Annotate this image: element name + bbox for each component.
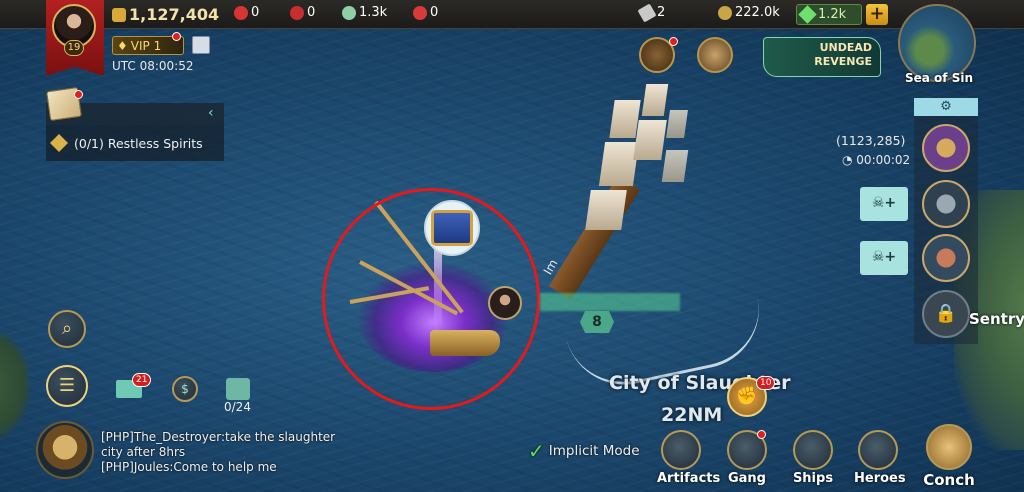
resource-d-value: 0 (430, 5, 439, 20)
gold-resource[interactable]: 1,127,404 (112, 5, 219, 24)
gem-value: 1.2k (818, 7, 847, 22)
sentry-label[interactable]: Sentry (969, 310, 1024, 328)
document-icon[interactable] (192, 36, 210, 54)
gold-total: 1,127,404 (129, 5, 220, 24)
quest-notification-dot (74, 90, 83, 99)
vip-diamond-icon: ♦ (117, 38, 128, 53)
mail-badge: 21 (132, 373, 152, 387)
city-distance: 22NM (661, 404, 723, 426)
conch-label: Conch (923, 471, 975, 489)
event-title-line2: REVENGE (814, 55, 872, 68)
chat-line-2[interactable]: city after 8hrs (101, 445, 185, 459)
resource-a-value: 0 (251, 5, 260, 20)
money-bag-icon: $ (181, 382, 189, 396)
ship-wheel-icon (793, 430, 833, 470)
red-skull-icon (413, 5, 427, 20)
chat-ship-icon[interactable] (36, 421, 94, 479)
coin-icon (718, 5, 732, 20)
artifacts-label: Artifacts (657, 471, 721, 486)
heroes-button[interactable]: Heroes (854, 430, 906, 486)
ships-button[interactable]: Ships (789, 430, 837, 486)
fleet-timer: ◔ 00:00:02 (842, 153, 911, 167)
menu-button[interactable]: ☰ (46, 365, 88, 407)
event-title-line1: UNDEAD (819, 41, 872, 54)
resource-a[interactable]: 0 (234, 5, 259, 20)
heroes-label: Heroes (854, 471, 906, 486)
green-herb-icon (342, 5, 356, 20)
fleet-coordinates[interactable]: (1123,285) (836, 133, 905, 148)
search-icon: ⌕ (61, 318, 73, 339)
add-hero-button-1[interactable]: ☠+ (860, 187, 908, 221)
vip-notification-dot (172, 32, 181, 41)
treasure-chest-icon[interactable] (431, 210, 473, 246)
fist-badge: 10 (756, 376, 776, 390)
heroes-hat-icon (858, 430, 898, 470)
coin-value: 222.0k (735, 5, 780, 20)
artifacts-button[interactable]: Artifacts (657, 430, 721, 486)
conch-button[interactable]: Conch (922, 424, 976, 489)
add-hero-button-2[interactable]: ☠+ (860, 241, 908, 275)
gang-notification-dot (757, 430, 766, 439)
island-left (0, 330, 30, 440)
add-gems-button[interactable]: + (866, 4, 888, 25)
coin-resource[interactable]: 222.0k (718, 5, 780, 20)
gear-icon[interactable]: ⚙ (914, 98, 978, 116)
gang-button[interactable]: Gang (723, 430, 771, 486)
fleet-slot-1[interactable] (922, 124, 970, 172)
vip-label: VIP 1 (130, 38, 162, 53)
chat-line-1[interactable]: [PHP]The_Destroyer:take the slaughter (101, 430, 335, 444)
event-a-dot (669, 37, 678, 46)
cargo-icon[interactable] (226, 378, 250, 400)
fleet-name-bar (540, 293, 680, 311)
feather-icon (637, 2, 657, 23)
player-level: 19 (64, 40, 84, 56)
implicit-mode-label: Implicit Mode (548, 443, 640, 459)
resource-b-value: 0 (307, 5, 316, 20)
fleet-hero-avatar[interactable] (488, 286, 522, 320)
money-bag-button[interactable]: $ (172, 376, 198, 402)
gang-label: Gang (727, 471, 766, 486)
quest-text[interactable]: (0/1) Restless Spirits (74, 136, 203, 151)
ships-label: Ships (792, 471, 834, 486)
undead-revenge-banner[interactable]: UNDEAD REVENGE (763, 37, 881, 77)
fleet-timer-value: 00:00:02 (856, 153, 911, 167)
gem-resource[interactable]: 1.2k (796, 4, 862, 25)
pirate-hat-icon[interactable] (697, 37, 733, 73)
ticket-resource[interactable]: 2 (637, 2, 666, 23)
resource-c-value: 1.3k (359, 5, 388, 20)
server-time: UTC 08:00:52 (112, 59, 194, 73)
resource-d[interactable]: 0 (413, 5, 438, 20)
red-stones-icon (290, 5, 304, 20)
cargo-count: 0/24 (224, 400, 251, 414)
ticket-value: 2 (657, 5, 666, 20)
collapse-chevron-icon[interactable]: ‹ (208, 105, 214, 121)
fleet-slot-3[interactable] (922, 234, 970, 282)
fleet-slot-2[interactable] (922, 180, 970, 228)
search-button[interactable]: ⌕ (48, 310, 86, 348)
lock-icon[interactable]: 🔒 (922, 290, 970, 338)
minimap-label: Sea of Sin (905, 71, 973, 85)
list-icon: ☰ (58, 375, 76, 396)
gem-icon (798, 5, 817, 24)
red-gear-icon (234, 5, 248, 20)
compass-icon (661, 430, 701, 470)
check-icon: ✓ (528, 439, 545, 463)
conch-icon (926, 424, 972, 470)
chat-line-3[interactable]: [PHP]Joules:Come to help me (101, 460, 277, 474)
resource-b[interactable]: 0 (290, 5, 315, 20)
galleon-ship[interactable] (540, 70, 740, 300)
resource-c[interactable]: 1.3k (342, 5, 387, 20)
implicit-mode-toggle[interactable]: ✓ Implicit Mode (528, 439, 640, 463)
gold-bag-icon (112, 7, 126, 22)
